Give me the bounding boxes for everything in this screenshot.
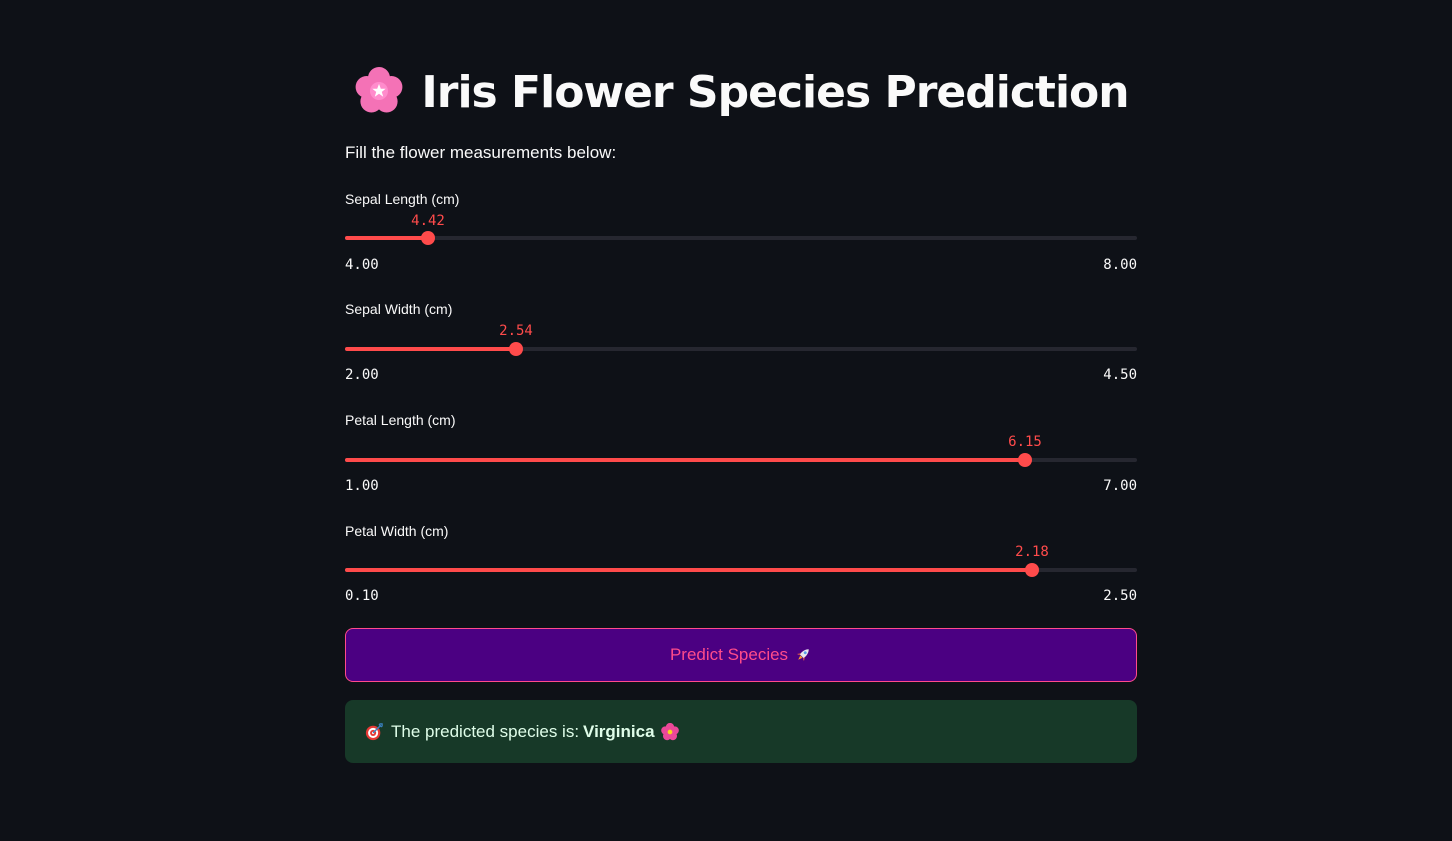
slider-thumb[interactable]	[1025, 563, 1039, 577]
prediction-result-alert: The predicted species is: Virginica	[345, 700, 1137, 763]
slider-min-value: 4.00	[345, 257, 379, 273]
slider-petal-length: Petal Length (cm) 6.15 1.00 7.00	[345, 411, 1137, 507]
slider-max-value: 4.50	[1103, 367, 1137, 383]
slider-label: Sepal Width (cm)	[345, 301, 453, 317]
slider-track[interactable]	[345, 342, 1137, 356]
slider-thumb[interactable]	[1018, 453, 1032, 467]
slider-label: Sepal Length (cm)	[345, 191, 460, 207]
slider-current-value: 2.54	[499, 323, 533, 339]
slider-fill	[345, 568, 1032, 572]
cherry-blossom-icon	[355, 67, 403, 113]
slider-min-value: 1.00	[345, 478, 379, 494]
slider-thumb[interactable]	[421, 231, 435, 245]
slider-current-value: 4.42	[411, 213, 445, 229]
instructions-text: Fill the flower measurements below:	[345, 143, 617, 162]
slider-current-value: 6.15	[1008, 434, 1042, 450]
slider-sepal-length: Sepal Length (cm) 4.42 4.00 8.00	[345, 190, 1137, 286]
result-prefix: The predicted species is:	[391, 721, 580, 741]
slider-min-value: 0.10	[345, 588, 379, 604]
slider-max-value: 7.00	[1103, 478, 1137, 494]
direct-hit-icon	[365, 722, 383, 740]
rocket-icon	[797, 649, 809, 662]
slider-track[interactable]	[345, 563, 1137, 577]
slider-current-value: 2.18	[1015, 544, 1049, 560]
slider-max-value: 8.00	[1103, 257, 1137, 273]
hibiscus-icon	[660, 722, 679, 740]
slider-sepal-width: Sepal Width (cm) 2.54 2.00 4.50	[345, 300, 1137, 396]
slider-label: Petal Width (cm)	[345, 523, 449, 539]
slider-fill	[345, 458, 1025, 462]
slider-fill	[345, 347, 516, 351]
page-title: Iris Flower Species Prediction	[345, 64, 1137, 122]
predict-species-button[interactable]: Predict Species	[345, 628, 1137, 682]
predicted-species: Virginica	[583, 721, 655, 741]
slider-petal-width: Petal Width (cm) 2.18 0.10 2.50	[345, 522, 1137, 618]
predict-button-label: Predict Species	[669, 645, 789, 664]
slider-track[interactable]	[345, 231, 1137, 245]
page-title-text: Iris Flower Species Prediction	[421, 67, 1129, 118]
slider-fill	[345, 236, 428, 240]
slider-max-value: 2.50	[1103, 588, 1137, 604]
slider-track[interactable]	[345, 453, 1137, 467]
slider-label: Petal Length (cm)	[345, 412, 456, 428]
slider-min-value: 2.00	[345, 367, 379, 383]
slider-thumb[interactable]	[509, 342, 523, 356]
